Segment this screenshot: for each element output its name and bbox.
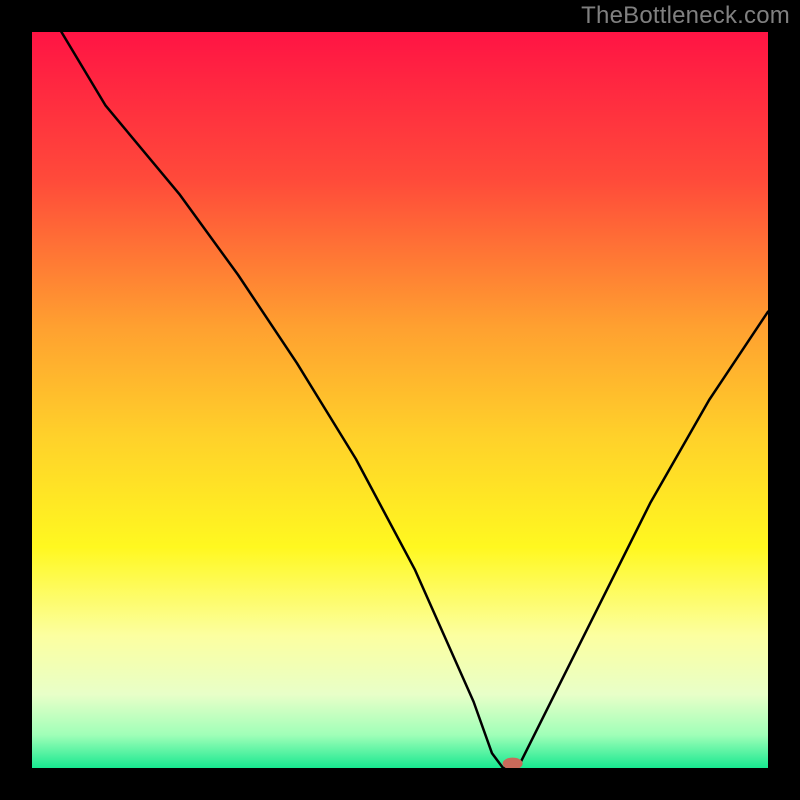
plot-area	[32, 32, 768, 768]
watermark-text: TheBottleneck.com	[581, 2, 790, 30]
gradient-background	[32, 32, 768, 768]
chart-frame: TheBottleneck.com	[0, 0, 800, 800]
chart-svg	[32, 32, 768, 768]
